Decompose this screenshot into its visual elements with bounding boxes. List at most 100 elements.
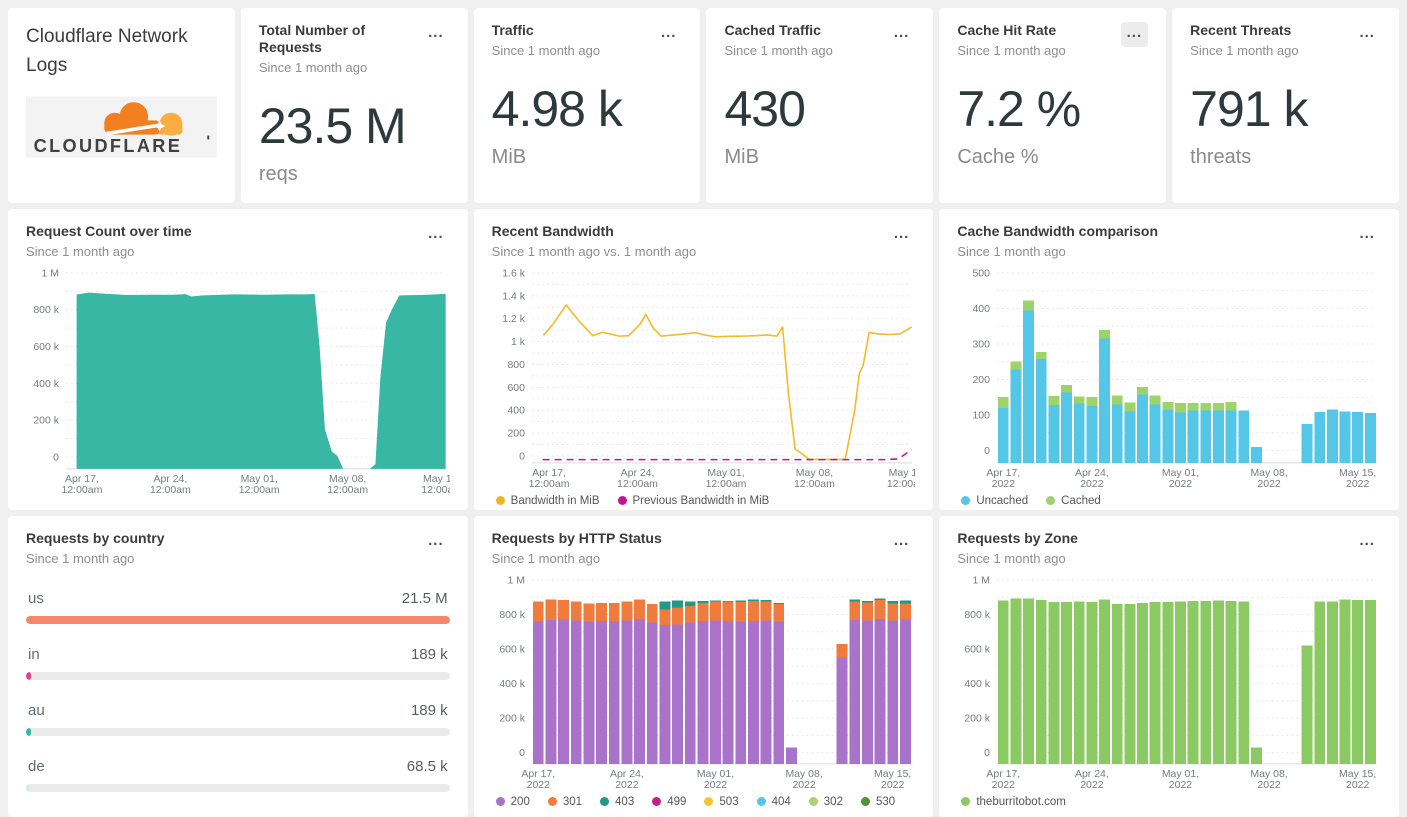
- legend-label: Bandwidth in MiB: [510, 494, 600, 507]
- country-bar-fill: [26, 615, 450, 624]
- legend-label: 302: [823, 795, 843, 808]
- svg-text:0: 0: [53, 452, 59, 463]
- panel-menu-button[interactable]: ...: [655, 22, 683, 47]
- country-label: de: [28, 757, 45, 775]
- svg-text:400: 400: [507, 406, 525, 417]
- country-bar-track: [26, 671, 450, 680]
- legend-item[interactable]: Cached: [1046, 495, 1101, 507]
- legend-label: Previous Bandwidth in MiB: [632, 494, 770, 507]
- legend-label: 499: [667, 795, 687, 808]
- legend-item[interactable]: Uncached: [961, 495, 1028, 507]
- country-label: in: [28, 645, 40, 663]
- kpi-unit: reqs: [258, 162, 298, 185]
- panel-title: Cache Bandwidth comparison: [957, 223, 1159, 239]
- svg-text:600 k: 600 k: [499, 644, 525, 655]
- panel-menu-button[interactable]: ...: [422, 22, 450, 47]
- zone-bar-chart: 0 200 k 400 k 600 k 800 k 1 M Apr 17, 2022 Apr 2…: [965, 575, 1377, 791]
- svg-text:600 k: 600 k: [965, 644, 991, 655]
- legend-label: theburritobot.com: [976, 795, 1066, 808]
- panel-title: Requests by Zone: [957, 530, 1078, 546]
- panel-subtitle: Since 1 month ago: [258, 59, 368, 75]
- country-value: 68.5 k: [406, 757, 448, 775]
- legend-item[interactable]: 301: [547, 795, 583, 808]
- legend-item[interactable]: 200: [495, 796, 530, 808]
- legend-item[interactable]: Bandwidth in MiB: [495, 494, 600, 507]
- http-status-legend: 200301403499503404302530526524: [492, 796, 916, 817]
- panel-subtitle: Since 1 month ago: [724, 42, 833, 58]
- legend-item[interactable]: 499: [652, 796, 686, 808]
- legend-label: 403: [615, 795, 635, 808]
- svg-text:May 08,12:00am: May 08, 12:00am: [794, 468, 835, 490]
- country-row: us 21.5 M: [26, 590, 450, 624]
- cache-bandwidth-bar-chart: 0 100 200 300 400 500 Apr 17, 2022 Apr 24, 2022 Ma…: [973, 268, 1377, 490]
- legend-dot: [495, 797, 505, 807]
- panel-menu-button[interactable]: ...: [422, 223, 450, 248]
- kpi-unit: Cache %: [957, 145, 1039, 168]
- panel-subtitle: Since 1 month ago: [491, 550, 601, 566]
- legend-label: Cached: [1061, 494, 1101, 507]
- svg-text:May 08,12:00am: May 08, 12:00am: [327, 474, 368, 496]
- svg-text:1 M: 1 M: [973, 575, 990, 586]
- svg-text:1 M: 1 M: [507, 575, 524, 586]
- panel-title: Traffic: [491, 22, 534, 38]
- svg-text:200: 200: [973, 375, 991, 386]
- legend-item[interactable]: theburritobot.com: [961, 796, 1066, 808]
- legend-label: 404: [771, 795, 791, 808]
- svg-text:500: 500: [973, 268, 991, 279]
- legend-dot: [600, 797, 610, 807]
- svg-text:0: 0: [984, 748, 990, 759]
- panel-menu-button[interactable]: ...: [888, 223, 916, 248]
- dashboard: Cloudflare Network Logs CLOUDFLARE Total…: [0, 0, 1407, 817]
- country-row: au 189 k: [26, 702, 450, 736]
- panel-subtitle: Since 1 month ago: [957, 550, 1066, 566]
- legend-label: Uncached: [976, 494, 1029, 507]
- svg-text:Apr 17,2022: Apr 17, 2022: [987, 769, 1021, 791]
- cloudflare-logo-text: CLOUDFLARE: [34, 136, 183, 156]
- panel-menu-button[interactable]: ...: [1353, 22, 1381, 47]
- legend-label: 301: [562, 795, 583, 808]
- panel-title: Recent Threats: [1190, 22, 1292, 38]
- panel-menu-button[interactable]: ...: [1353, 223, 1381, 248]
- bandwidth-line-chart: 0 200 400 600 800 1 k 1.2 k 1.4 k 1.6 k Apr 17, 12…: [502, 268, 915, 490]
- legend-dot: [1046, 496, 1056, 506]
- panel-subtitle: Since 1 month ago: [26, 243, 135, 259]
- panel-title: Request Count over time: [26, 223, 192, 239]
- legend-item[interactable]: 530: [860, 795, 896, 808]
- svg-text:0: 0: [519, 748, 525, 759]
- svg-text:Apr 24,2022: Apr 24, 2022: [1075, 769, 1109, 791]
- svg-text:Apr 24,12:00am: Apr 24, 12:00am: [617, 468, 658, 490]
- svg-text:Apr 17,2022: Apr 17, 2022: [987, 468, 1021, 490]
- legend-item[interactable]: 503: [704, 796, 739, 808]
- request-count-area-chart: 0 200 k 400 k 600 k 800 k 1 M Apr 17, 12:00am Ap…: [33, 268, 449, 496]
- legend-item[interactable]: 404: [756, 795, 791, 808]
- panel-menu-button[interactable]: ...: [1120, 22, 1149, 47]
- svg-text:May 01,12:00am: May 01, 12:00am: [705, 468, 746, 490]
- legend-item[interactable]: Previous Bandwidth in MiB: [617, 494, 770, 507]
- kpi-value: 791 k: [1190, 80, 1308, 137]
- panel-cache-bandwidth: Cache Bandwidth comparison Since 1 month…: [939, 209, 1399, 510]
- kpi-card-total-requests: Total Number of Requests Since 1 month a…: [240, 8, 468, 203]
- svg-text:800 k: 800 k: [499, 610, 525, 621]
- panel-subtitle: Since 1 month ago: [957, 243, 1066, 259]
- svg-text:400 k: 400 k: [965, 679, 991, 690]
- legend-item[interactable]: 403: [600, 796, 634, 808]
- kpi-card-cached-traffic: Cached Traffic Since 1 month ago ... 430…: [706, 8, 934, 203]
- panel-menu-button[interactable]: ...: [422, 530, 450, 555]
- legend-dot: [495, 496, 505, 506]
- http-status-bar-chart: 0 200 k 400 k 600 k 800 k 1 M Apr 17, 2022 Apr 2…: [499, 575, 912, 791]
- panel-menu-button[interactable]: ...: [888, 22, 916, 47]
- panel-subtitle: Since 1 month ago: [26, 550, 135, 566]
- kpi-card-traffic: Traffic Since 1 month ago ... 4.98 k MiB: [473, 8, 701, 203]
- bandwidth-legend: Bandwidth in MiB Previous Bandwidth in Mi…: [492, 495, 916, 507]
- legend-item[interactable]: 302: [808, 795, 843, 808]
- panel-menu-button[interactable]: ...: [888, 530, 916, 555]
- svg-text:1.4 k: 1.4 k: [502, 291, 525, 302]
- kpi-value: 4.98 k: [491, 80, 623, 137]
- country-value: 21.5 M: [401, 589, 448, 607]
- svg-text:May 112:00a: May 112:00a: [421, 474, 449, 496]
- legend-dot: [808, 797, 818, 807]
- panel-menu-button[interactable]: ...: [1353, 530, 1381, 555]
- kpi-card-recent-threats: Recent Threats Since 1 month ago ... 791…: [1172, 8, 1399, 203]
- legend-label: 530: [875, 795, 896, 808]
- panel-recent-bandwidth: Recent Bandwidth Since 1 month ago vs. 1…: [473, 209, 934, 510]
